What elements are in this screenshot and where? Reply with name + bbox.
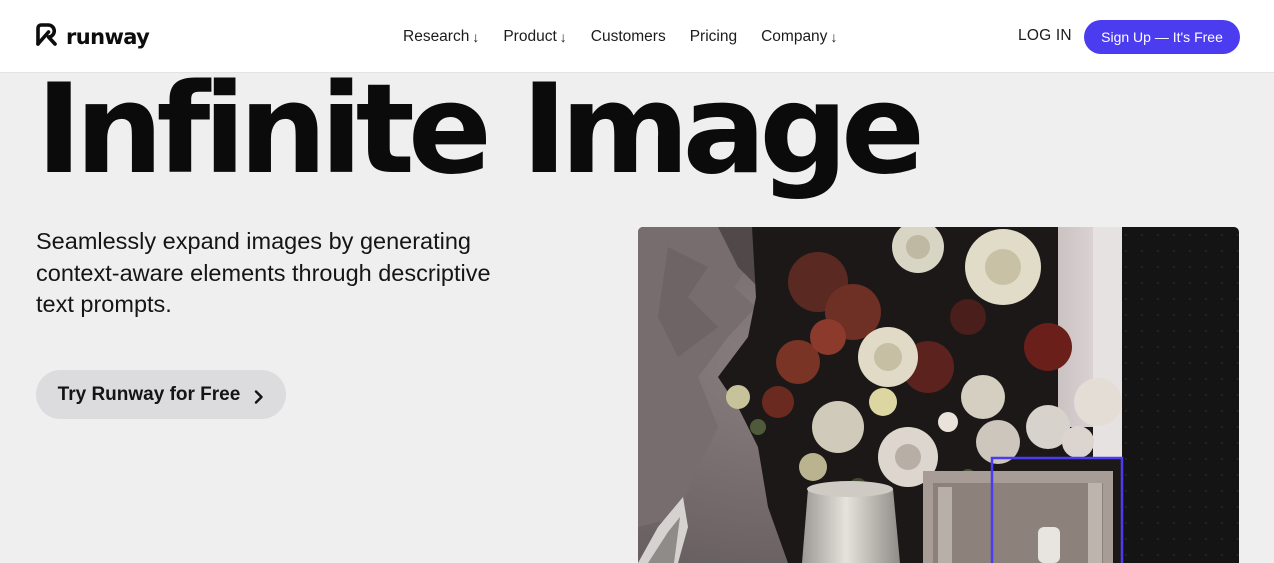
nav-item-pricing[interactable]: Pricing [690,28,737,46]
nav-item-label: Company [761,28,828,45]
page-title: Infinite Image [36,58,925,202]
nav-item-label: Product [503,28,557,45]
nav-item-product[interactable]: Product ↓ [503,28,566,46]
nav-item-company[interactable]: Company ↓ [761,28,837,46]
main-nav: Research ↓ Product ↓ Customers Pricing C… [403,26,861,48]
demo-image [638,227,1239,563]
nav-item-label: Customers [590,28,666,45]
arrow-down-icon: ↓ [830,29,838,45]
logo-link[interactable]: runway [35,22,150,52]
arrow-down-icon: ↓ [472,29,480,45]
site-header: runway Research ↓ Product ↓ Customers Pr… [0,0,1274,73]
nav-item-customers[interactable]: Customers [591,28,666,46]
arrow-down-icon: ↓ [559,29,567,45]
nav-item-label: Research [403,28,470,45]
runway-logo-icon [35,22,59,52]
cta-label: Try Runway for Free [57,383,241,405]
nav-item-research[interactable]: Research ↓ [403,28,479,46]
signup-button[interactable]: Sign Up — It's Free [1084,20,1240,54]
try-runway-button[interactable]: Try Runway for Free [36,370,286,419]
hero-description: Seamlessly expand images by generating c… [36,228,491,317]
nav-item-label: Pricing [689,28,738,45]
login-link[interactable]: LOG IN [1018,27,1072,45]
chevron-right-icon [254,388,264,404]
page: runway Research ↓ Product ↓ Customers Pr… [0,0,1274,563]
brand-name: runway [66,25,150,49]
